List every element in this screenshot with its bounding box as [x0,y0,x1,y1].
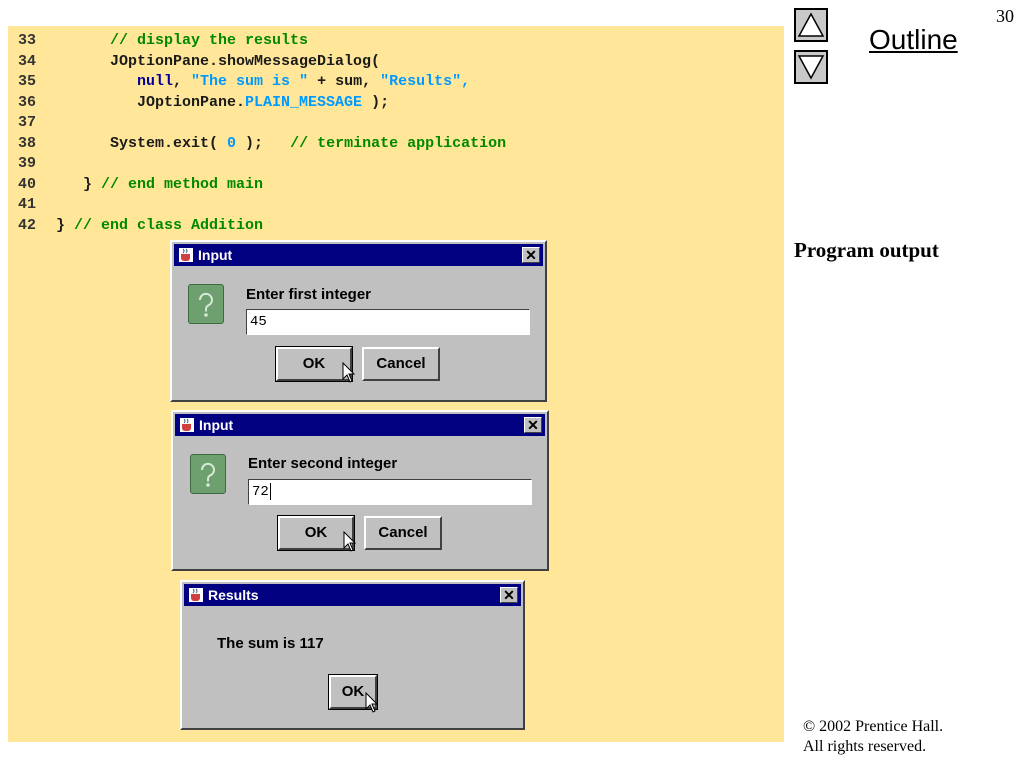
line-number: 36 [18,93,37,111]
mouse-pointer-icon [343,531,357,552]
code-token: } [56,175,102,193]
code-token: , [173,73,192,90]
java-cup-icon [180,418,194,432]
line-number: 41 [18,196,37,213]
mouse-pointer-icon [365,692,379,713]
code-token: JOptionPane.showMessageDialog( [56,52,381,70]
copyright-line-2: All rights reserved. [803,738,927,755]
integer-input-field[interactable]: 72 [248,479,532,505]
dialog-title: Input [198,247,233,263]
code-text: JOptionPane.PLAIN_MESSAGE ); [56,93,389,113]
dialog-titlebar[interactable]: Input ✕ [174,244,543,266]
code-token: } [56,216,75,234]
code-token: // display the results [110,32,309,49]
code-text: } // end class Addition [56,216,263,236]
close-button[interactable]: ✕ [500,587,518,603]
input-prompt: Enter second integer [248,455,398,472]
code-token: PLAIN_MESSAGE [245,93,363,111]
code-text: System.exit( 0 ); // terminate applicati… [56,134,506,154]
triangle-up-icon [797,12,825,37]
input-value: 45 [250,314,267,330]
java-cup-icon [179,248,193,262]
code-token: ); [362,93,390,111]
code-token: JOptionPane. [56,93,246,111]
mouse-pointer-icon [342,362,356,383]
close-button[interactable]: ✕ [522,247,540,263]
next-slide-button[interactable] [794,50,828,84]
integer-input-field[interactable]: 45 [246,309,530,335]
line-number: 39 [18,155,37,172]
copyright-notice: © 2002 Prentice Hall. All rights reserve… [803,717,943,757]
input-dialog-first: Input ✕ Enter first integer 45 OK Cancel [170,240,547,402]
code-token: // terminate application [290,134,507,152]
outline-link[interactable]: Outline [869,24,958,56]
code-text: // display the results [56,31,308,51]
code-text: } // end method main [56,175,263,195]
input-value: 72 [252,484,269,500]
code-token: + sum, [308,73,381,90]
code-token: // end method main [101,175,264,193]
code-token: "The sum is " [191,73,309,90]
code-token: 0 [227,134,237,152]
cancel-button[interactable]: Cancel [362,347,440,381]
line-number: 34 [18,52,37,70]
page-number: 30 [996,6,1014,26]
code-token: ); [236,134,291,152]
dialog-title: Results [208,587,259,603]
java-cup-icon [189,588,203,602]
line-number: 42 [18,216,37,234]
close-button[interactable]: ✕ [524,417,542,433]
result-message: The sum is 117 [217,635,324,652]
dialog-titlebar[interactable]: Input ✕ [175,414,545,436]
line-number: 40 [18,175,37,193]
code-text: JOptionPane.showMessageDialog( [56,52,380,72]
line-number: 33 [18,32,37,49]
copyright-line-1: © 2002 Prentice Hall. [803,718,944,735]
input-prompt: Enter first integer [246,286,372,303]
code-token: null [137,73,174,90]
triangle-down-icon [797,55,825,80]
code-token: "Results", [380,73,471,90]
ok-button[interactable]: OK [275,346,353,382]
code-text: null, "The sum is " + sum, "Results", [56,72,470,92]
results-dialog: Results ✕ The sum is 117 OK [180,580,525,730]
dialog-title: Input [199,417,234,433]
code-token: System.exit( [56,134,228,152]
line-number: 35 [18,73,37,90]
code-token: // end class Addition [74,216,264,234]
input-dialog-second: Input ✕ Enter second integer 72 OK Cance… [171,410,549,571]
text-caret [269,482,271,500]
program-output-label: Program output [794,238,939,262]
question-icon [188,284,224,324]
question-icon [190,454,226,494]
line-number: 38 [18,134,37,152]
cancel-button[interactable]: Cancel [364,516,442,550]
dialog-titlebar[interactable]: Results ✕ [184,584,521,606]
previous-slide-button[interactable] [794,8,828,42]
line-number: 37 [18,114,37,131]
